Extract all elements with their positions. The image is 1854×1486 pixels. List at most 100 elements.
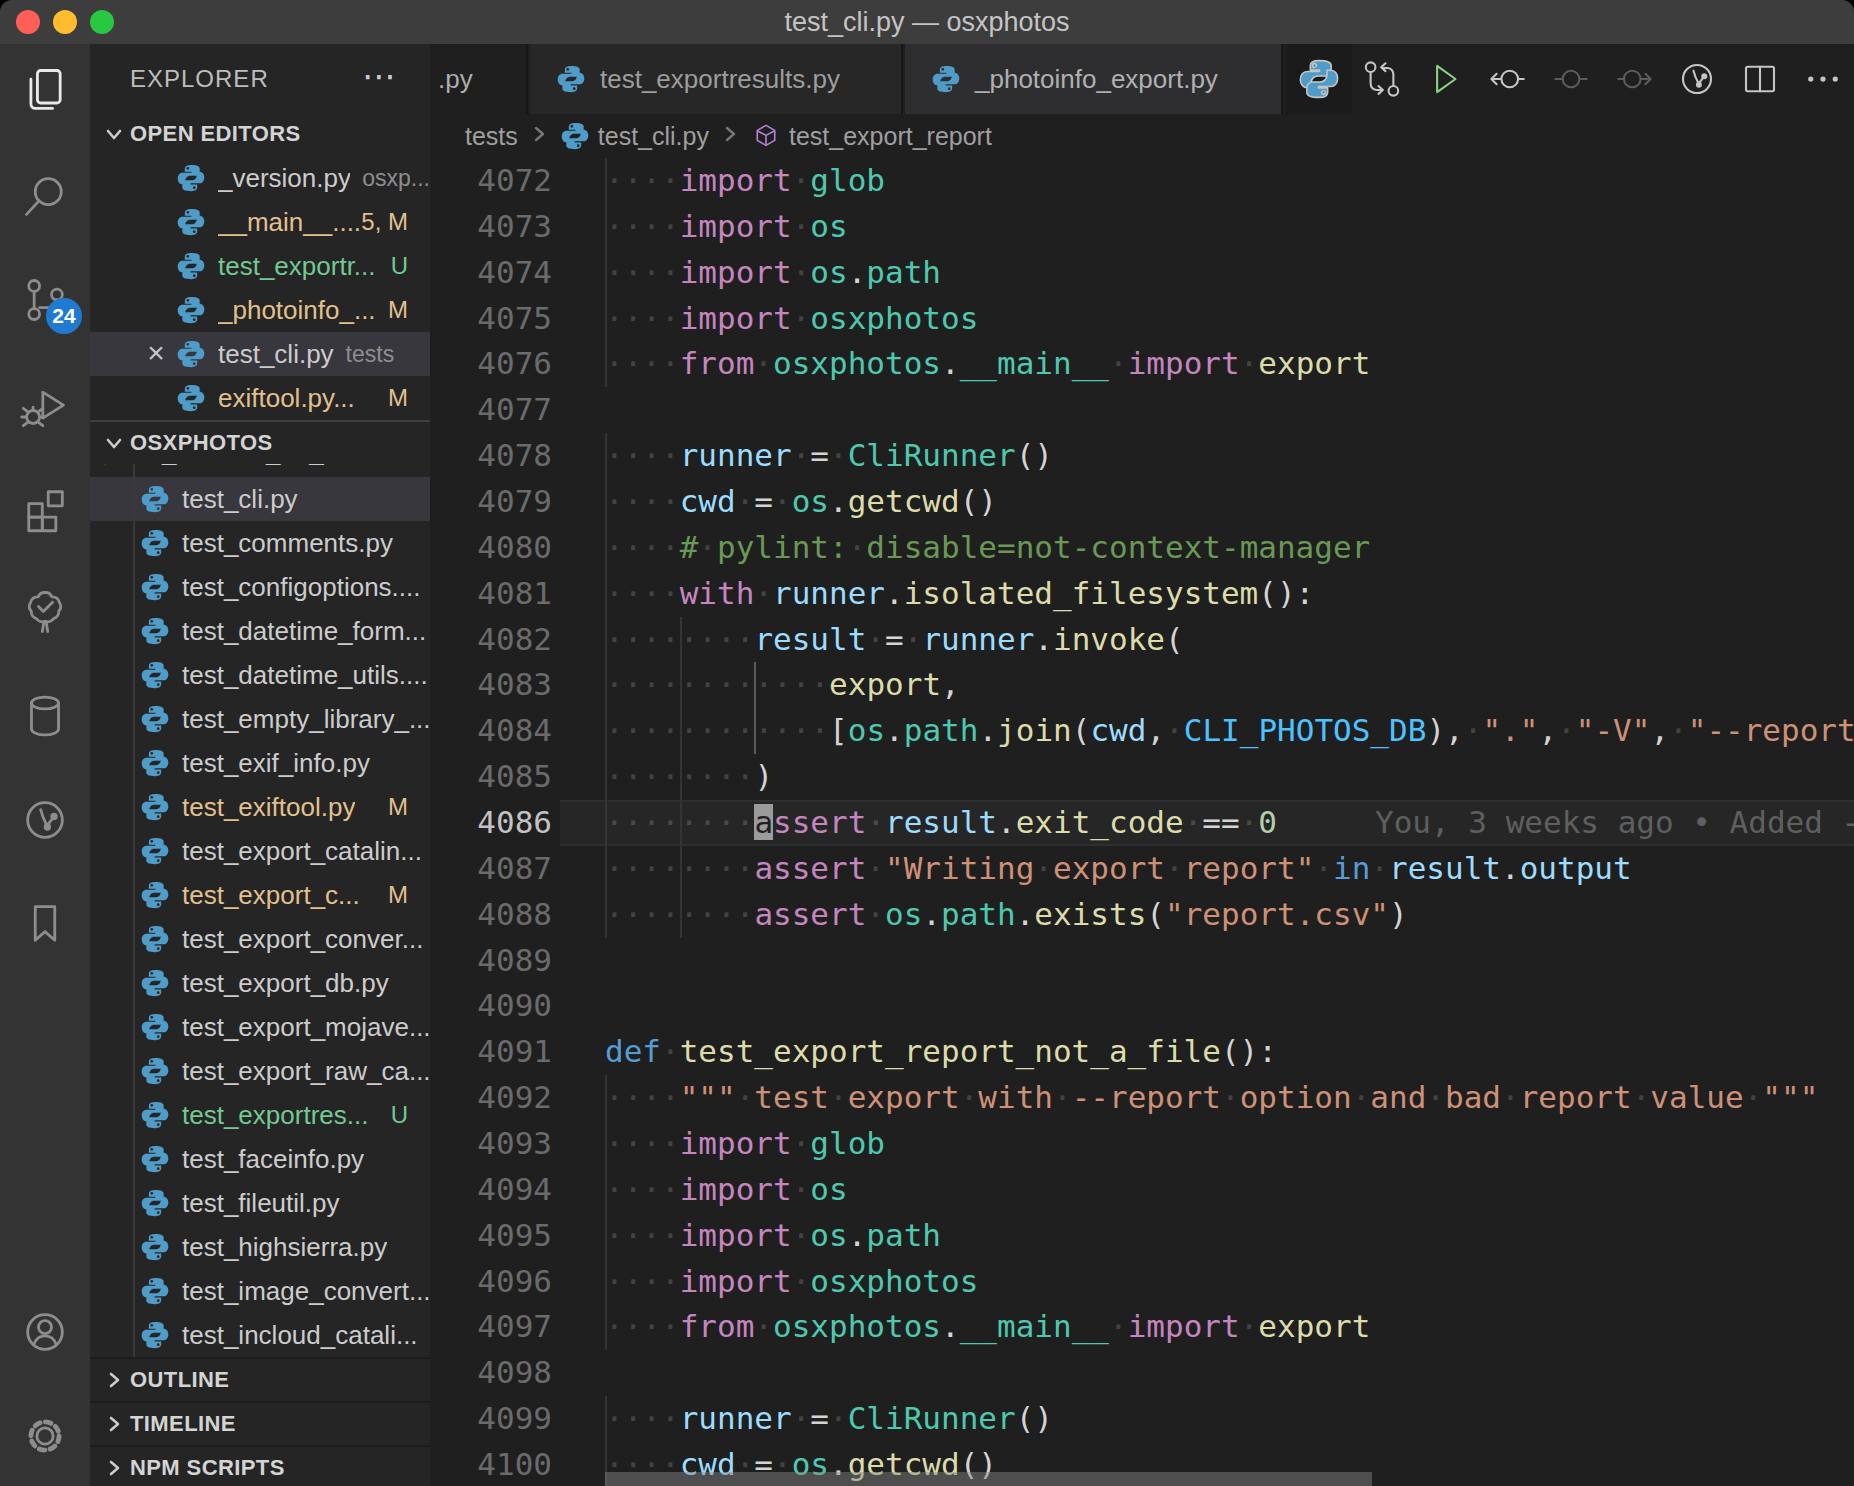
indent-guide: [605, 250, 607, 296]
code-token: path: [866, 254, 941, 290]
python-interpreter-icon[interactable]: [1287, 44, 1350, 114]
open-changes-icon[interactable]: [1350, 44, 1413, 114]
activity-account-icon[interactable]: [0, 1284, 90, 1380]
section-open-editors[interactable]: OPEN EDITORS: [90, 112, 430, 156]
git-status-badge: M: [388, 793, 408, 821]
indent-guide: [605, 1075, 607, 1121]
open-editor-item-__main__....[interactable]: __main__....5, M: [90, 200, 430, 244]
code-token: ····: [605, 437, 680, 473]
activity-settings-icon[interactable]: [0, 1388, 90, 1484]
activity-extensions-icon[interactable]: [0, 460, 90, 556]
tab-test_exportresults.py[interactable]: test_exportresults.py: [530, 44, 903, 114]
code-token: ····: [605, 1171, 680, 1207]
python-file-icon: [140, 1012, 170, 1042]
activity-run-and-debug-icon[interactable]: [0, 356, 90, 452]
code-token: ····: [605, 483, 680, 519]
tree-item-test_configoptions....[interactable]: test_configoptions....: [90, 565, 430, 609]
breadcrumb-item[interactable]: test_export_report: [751, 121, 992, 151]
section-timeline[interactable]: TIMELINE: [90, 1401, 430, 1445]
file-name: test_cli.py: [218, 339, 334, 370]
python-file-icon: [176, 295, 206, 325]
horizontal-scrollbar[interactable]: [605, 1472, 1372, 1486]
tree-item-test_export_raw_ca...[interactable]: test_export_raw_ca...: [90, 1049, 430, 1093]
code-token: __main__: [960, 1308, 1109, 1344]
tree-item-test_catalina_10_...[interactable]: test_catalina_10_...: [90, 464, 430, 473]
tree-item-test_datetime_utils....[interactable]: test_datetime_utils....: [90, 653, 430, 697]
line-number: 4096: [430, 1259, 552, 1305]
file-name: test_configoptions....: [182, 572, 420, 603]
activity-todo-tree-icon[interactable]: [0, 564, 90, 660]
section-npm-scripts[interactable]: NPM SCRIPTS: [90, 1445, 430, 1486]
code-token: ····: [605, 575, 680, 611]
open-editor-item-exiftool.py...[interactable]: exiftool.py...M: [90, 376, 430, 420]
tree-item-test_exif_info.py[interactable]: test_exif_info.py: [90, 741, 430, 785]
tree-item-test_fileutil.py[interactable]: test_fileutil.py: [90, 1181, 430, 1225]
file-name: test_comments.py: [182, 528, 393, 559]
tree-item-test_empty_library_...[interactable]: test_empty_library_...: [90, 697, 430, 741]
tree-item-test_highsierra.py[interactable]: test_highsierra.py: [90, 1225, 430, 1269]
breadcrumb-item[interactable]: tests: [465, 122, 518, 151]
tree-item-test_export_c...[interactable]: test_export_c...M: [90, 873, 430, 917]
tree-item-test_export_db.py[interactable]: test_export_db.py: [90, 961, 430, 1005]
line-number: 4098: [430, 1350, 552, 1396]
file-name: test_incloud_catali...: [182, 1320, 418, 1351]
activity-database-icon[interactable]: [0, 668, 90, 764]
tab-.py[interactable]: .py: [430, 44, 528, 114]
git-status-badge: M: [388, 384, 408, 412]
indent-guide: [605, 892, 607, 938]
next-change-icon[interactable]: [1602, 44, 1665, 114]
activity-explorer-icon[interactable]: [0, 42, 90, 138]
tree-item-test_incloud_catali...[interactable]: test_incloud_catali...: [90, 1313, 430, 1357]
more-actions-icon[interactable]: [1791, 44, 1854, 114]
run-python-file-icon[interactable]: [1413, 44, 1476, 114]
tree-item-test_exportres...[interactable]: test_exportres...U: [90, 1093, 430, 1137]
previous-change-icon[interactable]: [1476, 44, 1539, 114]
chevron-right-icon: [528, 122, 550, 151]
tree-item-test_datetime_form...[interactable]: test_datetime_form...: [90, 609, 430, 653]
activity-search-icon[interactable]: [0, 148, 90, 244]
code-token: .: [997, 804, 1016, 840]
breadcrumb-item[interactable]: test_cli.py: [560, 121, 709, 151]
activity-git-graph-icon[interactable]: [0, 772, 90, 868]
tree-item-test_export_mojave...[interactable]: test_export_mojave...: [90, 1005, 430, 1049]
code-token: ".": [1482, 712, 1538, 748]
sidebar-more-actions-icon[interactable]: ⋯: [362, 44, 396, 112]
code-editor[interactable]: 4072····import·glob4073····import·os4074…: [430, 158, 1854, 1486]
tree-item-test_cli.py[interactable]: test_cli.py: [90, 477, 430, 521]
close-icon[interactable]: ×: [140, 332, 172, 376]
line-number: 4078: [430, 433, 552, 479]
indent-guide: [605, 158, 607, 204]
tab-_photoinfo_export.py[interactable]: _photoinfo_export.py: [905, 44, 1283, 114]
current-change-icon[interactable]: [1539, 44, 1602, 114]
python-file-icon: [931, 64, 961, 94]
code-token: ·=·: [866, 621, 922, 657]
code-token: ····: [605, 254, 680, 290]
python-file-icon: [140, 1144, 170, 1174]
file-name: test_export_conver...: [182, 924, 423, 955]
code-token: CLI_PHOTOS_DB: [1184, 712, 1427, 748]
tree-item-test_export_conver...[interactable]: test_export_conver...: [90, 917, 430, 961]
line-number: 4080: [430, 525, 552, 571]
tree-item-test_faceinfo.py[interactable]: test_faceinfo.py: [90, 1137, 430, 1181]
tree-item-test_image_convert...[interactable]: test_image_convert...: [90, 1269, 430, 1313]
open-editor-item-_photoinfo_...[interactable]: _photoinfo_...M: [90, 288, 430, 332]
python-file-icon: [176, 251, 206, 281]
code-token: osxphotos: [810, 1263, 978, 1299]
activity-source-control-icon[interactable]: 24: [0, 252, 90, 348]
section-project[interactable]: OSXPHOTOS: [90, 420, 430, 464]
tree-item-test_comments.py[interactable]: test_comments.py: [90, 521, 430, 565]
section-outline[interactable]: OUTLINE: [90, 1357, 430, 1401]
open-editor-item-test_exportr...[interactable]: test_exportr...U: [90, 244, 430, 288]
python-file-icon: [176, 339, 206, 369]
tree-item-test_exiftool.py[interactable]: test_exiftool.pyM: [90, 785, 430, 829]
line-number: 4086: [430, 800, 552, 846]
git-graph-view-icon[interactable]: [1665, 44, 1728, 114]
activity-bookmarks-icon[interactable]: [0, 876, 90, 972]
code-token: glob: [810, 1125, 885, 1161]
open-editor-item-test_cli.py[interactable]: × test_cli.pytests: [90, 332, 430, 376]
split-editor-icon[interactable]: [1728, 44, 1791, 114]
tree-item-test_export_catalin...[interactable]: test_export_catalin...: [90, 829, 430, 873]
open-editor-item-_version.py[interactable]: _version.pyosxp...: [90, 156, 430, 200]
code-line-4095: 4095····import·os.path: [430, 1213, 1854, 1259]
file-name: test_exif_info.py: [182, 748, 370, 779]
